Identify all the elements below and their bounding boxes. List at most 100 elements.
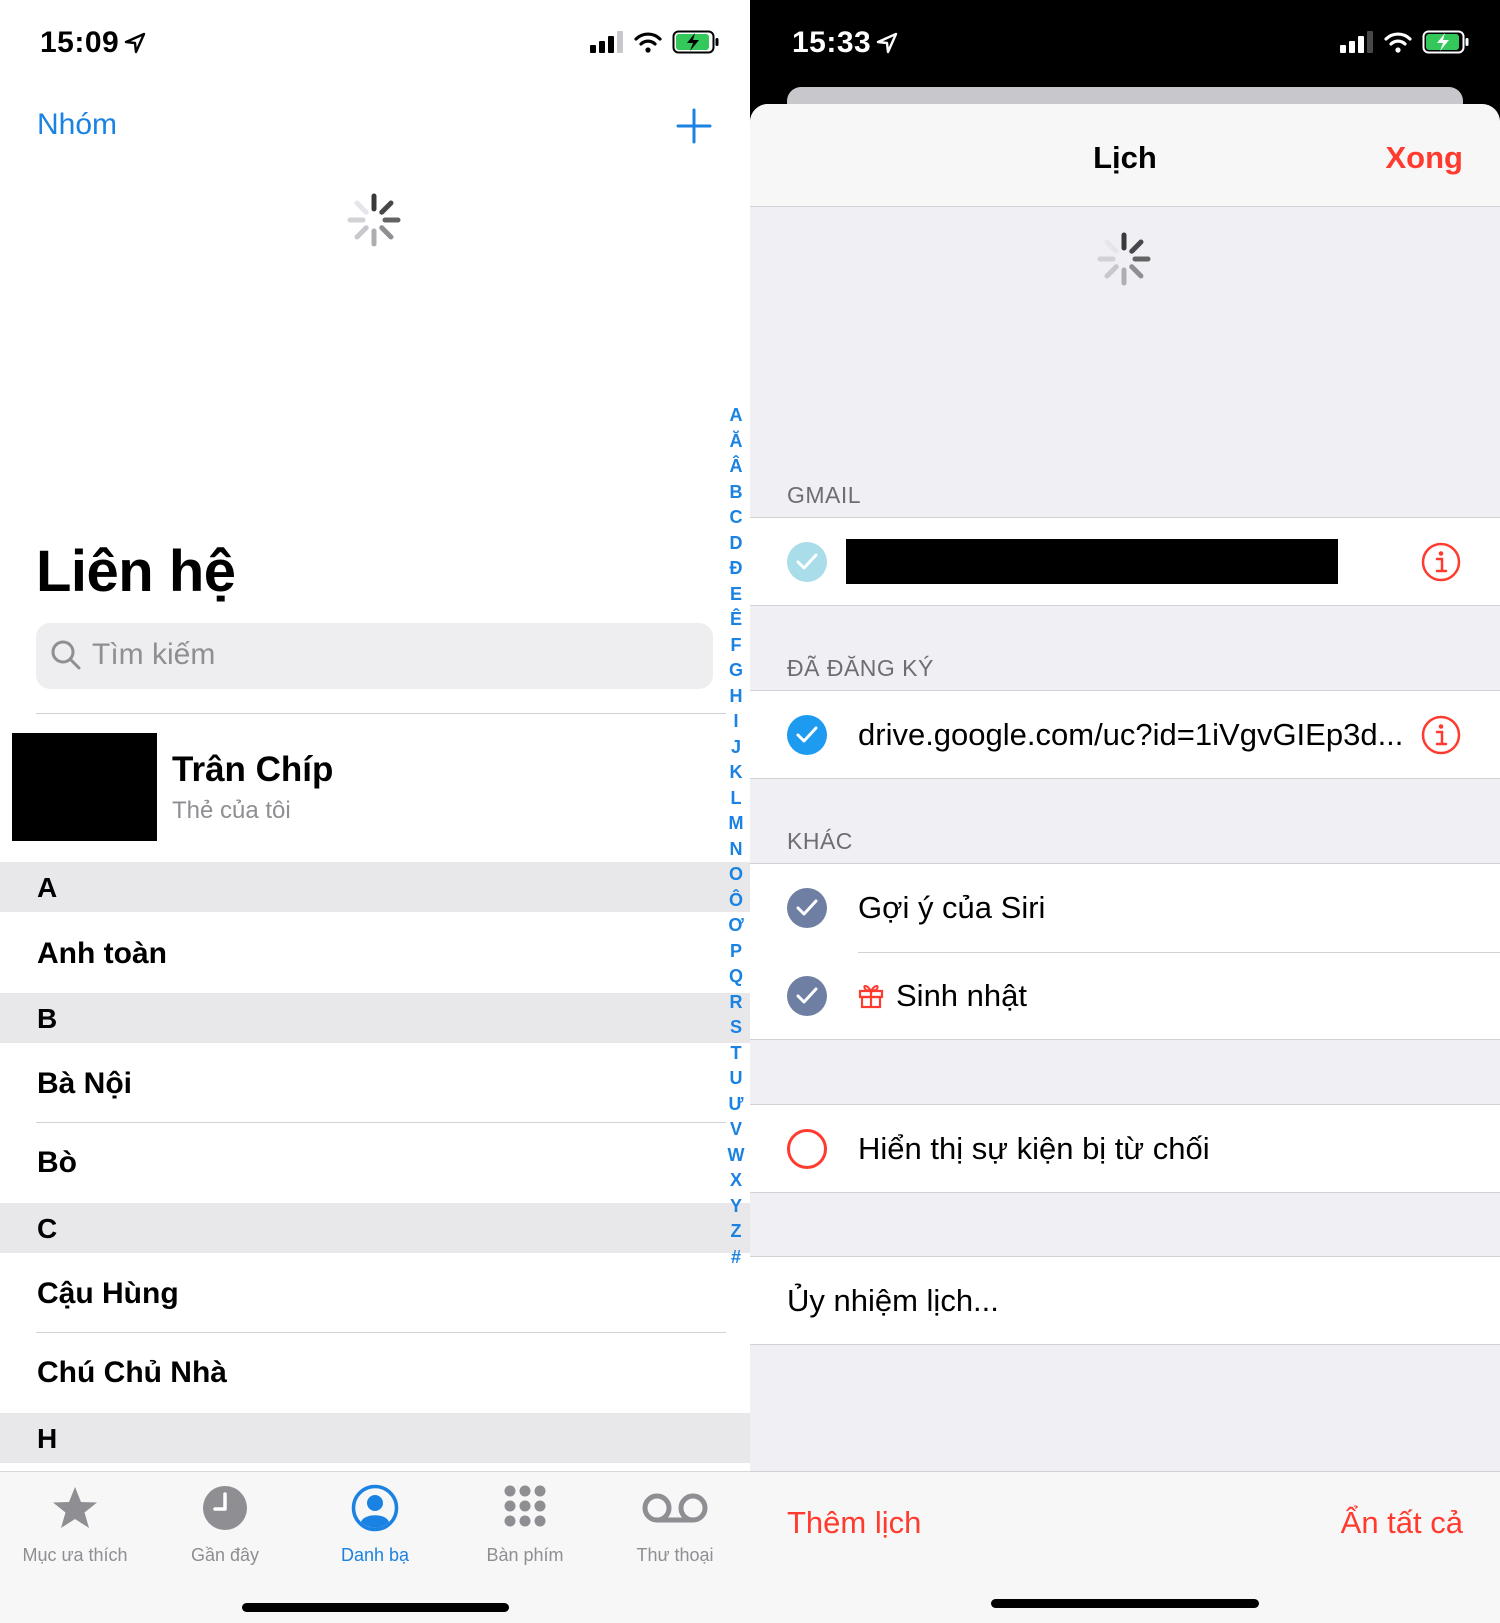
redacted-email (846, 539, 1338, 584)
index-letter[interactable]: L (725, 786, 747, 812)
sheet-footer: Thêm lịch Ẩn tất cả (750, 1471, 1500, 1623)
contact-row[interactable]: Bò (37, 1146, 77, 1180)
index-letter[interactable]: U (725, 1066, 747, 1092)
index-letter[interactable]: W (725, 1143, 747, 1169)
index-letter[interactable]: C (725, 505, 747, 531)
index-letter[interactable]: P (725, 939, 747, 965)
siri-suggestions-label: Gợi ý của Siri (858, 890, 1046, 925)
tab-voicemail[interactable]: Thư thoại (600, 1484, 750, 1566)
index-letter[interactable]: H (725, 684, 747, 710)
index-letter[interactable]: Â (725, 454, 747, 480)
home-indicator[interactable] (242, 1603, 509, 1612)
calendars-sheet: Lịch Xong GMAIL ĐÃ ĐĂNG KÝ drive.google.… (750, 104, 1500, 1623)
index-letter[interactable]: V (725, 1117, 747, 1143)
index-letter[interactable]: Ơ (725, 913, 747, 939)
search-placeholder: Tìm kiếm (92, 638, 216, 671)
battery-charging-icon (1422, 30, 1469, 54)
tab-bar: Mục ưa thích Gần đây Danh bạ Bàn phím Th… (0, 1471, 750, 1623)
groups-button[interactable]: Nhóm (37, 108, 117, 142)
add-contact-icon[interactable] (676, 108, 712, 144)
check-icon[interactable] (787, 976, 827, 1016)
tab-keypad[interactable]: Bàn phím (450, 1484, 600, 1566)
star-icon (53, 1487, 97, 1528)
index-letter[interactable]: E (725, 582, 747, 608)
contact-row[interactable]: Anh toàn (37, 937, 167, 971)
check-icon[interactable] (787, 715, 827, 755)
person-circle-icon (351, 1484, 399, 1532)
index-letter[interactable]: J (725, 735, 747, 761)
index-letter[interactable]: O (725, 862, 747, 888)
index-letter[interactable]: Q (725, 964, 747, 990)
search-field[interactable]: Tìm kiếm (36, 623, 713, 689)
index-letter[interactable]: R (725, 990, 747, 1016)
search-icon (51, 640, 81, 670)
contact-row[interactable]: Chú Chủ Nhà (37, 1356, 227, 1390)
loading-spinner-icon (347, 193, 401, 247)
index-letter[interactable]: Đ (725, 556, 747, 582)
hide-all-button[interactable]: Ẩn tất cả (1341, 1505, 1463, 1541)
info-icon[interactable] (1421, 542, 1461, 582)
tab-label: Mục ưa thích (22, 1545, 128, 1565)
check-icon[interactable] (787, 888, 827, 928)
subscribed-calendar-url: drive.google.com/uc?id=1iVgvGIEp3d... (858, 717, 1404, 752)
tab-recents[interactable]: Gần đây (150, 1484, 300, 1566)
section-header-h: H (0, 1413, 750, 1463)
index-letter[interactable]: X (725, 1168, 747, 1194)
battery-charging-icon (672, 30, 719, 54)
index-letter[interactable]: Ô (725, 888, 747, 914)
tab-label: Danh bạ (340, 1545, 410, 1565)
unchecked-circle-icon[interactable] (787, 1129, 827, 1169)
index-letter[interactable]: N (725, 837, 747, 863)
index-letter[interactable]: B (725, 480, 747, 506)
tab-label: Thư thoại (636, 1545, 714, 1565)
index-letter[interactable]: A (725, 403, 747, 429)
delegate-calendar-cell[interactable]: Ủy nhiệm lịch... (750, 1256, 1500, 1345)
row-divider (36, 1122, 726, 1123)
section-letter: A (37, 872, 58, 903)
done-button[interactable]: Xong (1386, 140, 1464, 176)
index-letter[interactable]: Z (725, 1219, 747, 1245)
index-letter[interactable]: G (725, 658, 747, 684)
subscribed-calendar-cell[interactable]: drive.google.com/uc?id=1iVgvGIEp3d... (750, 690, 1500, 779)
tab-favorites[interactable]: Mục ưa thích (0, 1484, 150, 1566)
home-indicator[interactable] (991, 1599, 1259, 1608)
index-letter[interactable]: # (725, 1245, 747, 1271)
index-letter[interactable]: T (725, 1041, 747, 1067)
check-icon[interactable] (787, 542, 827, 582)
alphabet-index[interactable]: A Ă Â B C D Đ E Ê F G H I J K L M N O Ô Ơ P Q R S T U Ư V W X Y Z # (725, 403, 747, 1270)
index-letter[interactable]: Ă (725, 429, 747, 455)
info-icon[interactable] (1421, 715, 1461, 755)
wifi-icon (634, 32, 662, 53)
clock-icon (203, 1486, 247, 1530)
signal-icon (1340, 31, 1373, 53)
section-header-c: C (0, 1203, 750, 1253)
voicemail-icon (642, 1493, 708, 1523)
signal-icon (590, 31, 623, 53)
calendars-screen: 15:33 Lịch Xong GMAIL ĐÃ ĐĂNG KÝ drive.g… (750, 0, 1500, 1623)
section-letter: B (37, 1003, 58, 1034)
index-letter[interactable]: K (725, 760, 747, 786)
add-calendar-button[interactable]: Thêm lịch (787, 1505, 921, 1541)
index-letter[interactable]: F (725, 633, 747, 659)
contact-row[interactable]: Bà Nội (37, 1067, 132, 1101)
gmail-calendar-cell[interactable] (750, 517, 1500, 606)
index-letter[interactable]: D (725, 531, 747, 557)
show-declined-label: Hiển thị sự kiện bị từ chối (858, 1131, 1210, 1166)
contacts-screen: 15:09 Nhóm Liên hệ Tìm kiếm Trân Chíp Th… (0, 0, 750, 1623)
status-bar: 15:09 (0, 0, 750, 90)
wifi-icon (1384, 32, 1412, 53)
show-declined-cell[interactable]: Hiển thị sự kiện bị từ chối (750, 1104, 1500, 1193)
index-letter[interactable]: M (725, 811, 747, 837)
index-letter[interactable]: Y (725, 1194, 747, 1220)
index-letter[interactable]: S (725, 1015, 747, 1041)
birthdays-label: Sinh nhật (896, 978, 1027, 1013)
index-letter[interactable]: I (725, 709, 747, 735)
index-letter[interactable]: Ư (725, 1092, 747, 1118)
section-letter: C (37, 1213, 58, 1244)
loading-spinner-icon (1097, 232, 1151, 286)
tab-contacts[interactable]: Danh bạ (300, 1484, 450, 1566)
page-title: Liên hệ (36, 539, 236, 604)
contact-row[interactable]: Cậu Hùng (37, 1277, 179, 1311)
divider (36, 713, 726, 714)
index-letter[interactable]: Ê (725, 607, 747, 633)
